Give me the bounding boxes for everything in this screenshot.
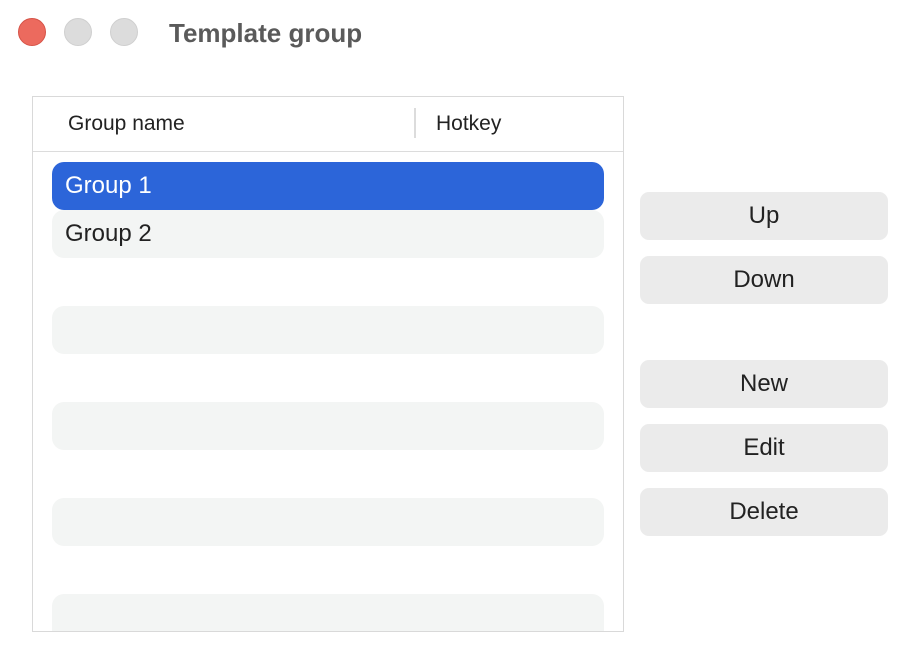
column-divider[interactable] [414,108,416,138]
table-row-empty [52,258,604,306]
table-row-empty [52,354,604,402]
group-table[interactable]: Group name Hotkey Group 1 Group 2 [32,96,624,632]
row-group-name: Group 2 [65,220,152,247]
table-row-empty [52,450,604,498]
table-row-empty [52,546,604,594]
zoom-window-button[interactable] [110,18,138,46]
delete-button[interactable]: Delete [640,488,888,536]
up-button[interactable]: Up [640,192,888,240]
down-button[interactable]: Down [640,256,888,304]
window-title: Template group [169,18,363,48]
table-row-empty [52,498,604,546]
column-header-hotkey[interactable]: Hotkey [436,111,501,137]
table-header: Group name Hotkey [33,97,623,152]
table-row-group-2[interactable]: Group 2 [52,210,604,258]
table-row-group-1[interactable]: Group 1 [52,162,604,210]
close-window-button[interactable] [18,18,46,46]
table-row-empty [52,306,604,354]
row-group-name: Group 1 [65,172,152,199]
new-button[interactable]: New [640,360,888,408]
edit-button[interactable]: Edit [640,424,888,472]
minimize-window-button[interactable] [64,18,92,46]
table-row-empty [52,594,604,631]
title-bar: Template group [0,0,920,66]
table-row-empty [52,402,604,450]
column-header-group-name[interactable]: Group name [68,111,185,137]
